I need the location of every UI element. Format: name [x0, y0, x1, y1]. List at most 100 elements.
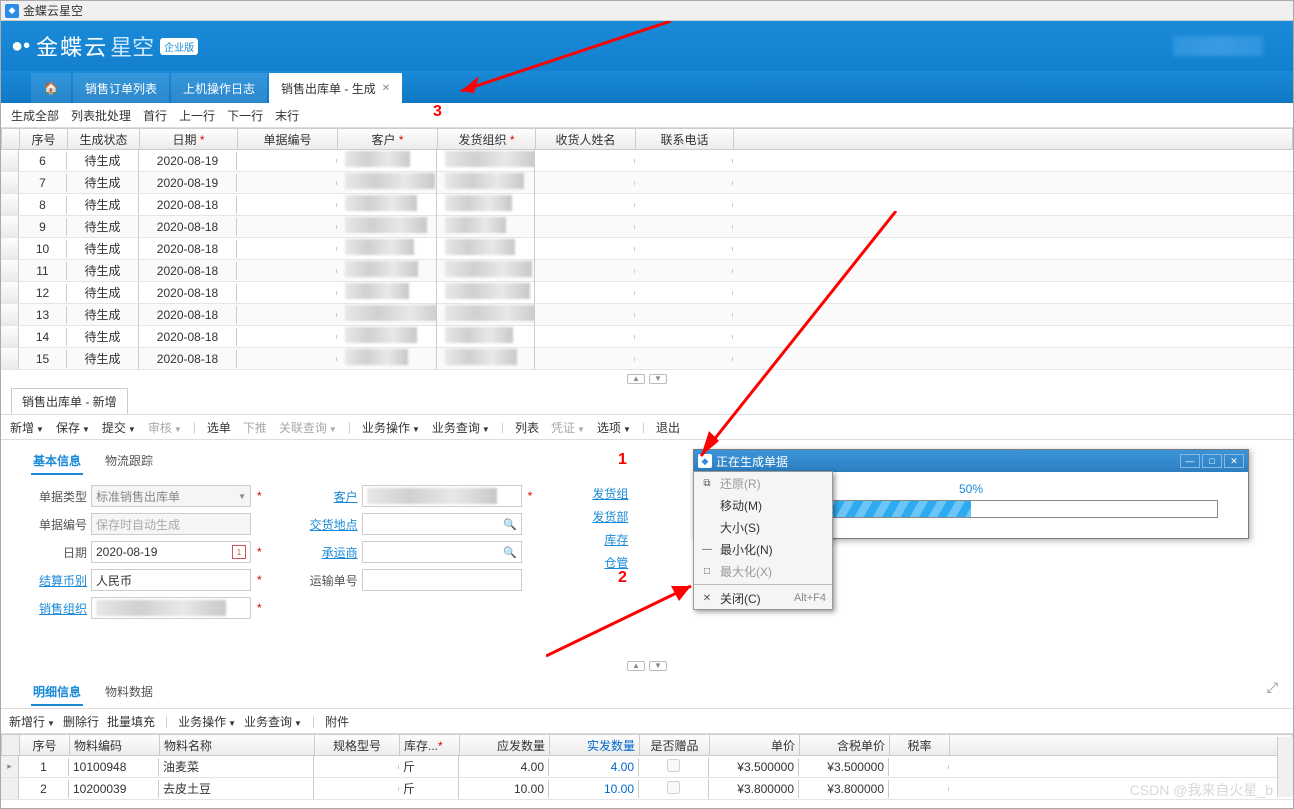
- table-row[interactable]: 13 待生成 2020-08-18: [1, 304, 1293, 326]
- exit-button[interactable]: 退出: [653, 419, 683, 436]
- batchfill-button[interactable]: 批量填充: [107, 713, 155, 730]
- label-saleorg[interactable]: 销售组织: [31, 600, 87, 617]
- col-docno[interactable]: 单据编号: [238, 129, 338, 149]
- input-location[interactable]: 🔍: [362, 513, 522, 535]
- col-status[interactable]: 生成状态: [68, 129, 140, 149]
- window-context-menu: ⧉还原(R) 移动(M) 大小(S) —最小化(N) □最大化(X) ✕关闭(C…: [693, 471, 833, 610]
- bizop-button[interactable]: 业务操作▼: [359, 419, 423, 436]
- tab-sales-outbound-gen[interactable]: 销售出库单 - 生成 ✕: [269, 73, 402, 103]
- label-carrier[interactable]: 承运商: [302, 544, 358, 561]
- col-date[interactable]: 日期 *: [140, 129, 238, 149]
- table-row[interactable]: 14 待生成 2020-08-18: [1, 326, 1293, 348]
- audit-button[interactable]: 审核▼: [145, 419, 185, 436]
- input-docno[interactable]: 保存时自动生成: [91, 513, 251, 535]
- close-icon[interactable]: ✕: [382, 83, 390, 94]
- home-tab[interactable]: 🏠: [31, 73, 71, 103]
- next-row-button[interactable]: 下一行: [227, 107, 263, 124]
- progress-titlebar[interactable]: ◆ 正在生成单据 — □ ✕: [694, 450, 1248, 472]
- collapse-handle-top[interactable]: ▲▼: [1, 370, 1293, 384]
- save-button[interactable]: 保存▼: [53, 419, 93, 436]
- batch-button[interactable]: 列表批处理: [71, 107, 131, 124]
- col-org[interactable]: 发货组织 *: [438, 129, 536, 149]
- table-row[interactable]: 9 待生成 2020-08-18: [1, 216, 1293, 238]
- list-button[interactable]: 列表: [512, 419, 542, 436]
- col-cust[interactable]: 客户 *: [338, 129, 438, 149]
- bizq-button[interactable]: 业务查询▼: [429, 419, 493, 436]
- app-title: 金蝶云星空: [23, 2, 83, 19]
- input-carrier[interactable]: 🔍: [362, 541, 522, 563]
- table-row[interactable]: 15 待生成 2020-08-18: [1, 348, 1293, 370]
- gift-checkbox[interactable]: [667, 781, 680, 794]
- opt-button[interactable]: 选项▼: [594, 419, 634, 436]
- detail-scrollbar[interactable]: [1277, 737, 1293, 797]
- search-icon[interactable]: 🔍: [503, 546, 517, 559]
- table-row[interactable]: 8 待生成 2020-08-18: [1, 194, 1293, 216]
- first-row-button[interactable]: 首行: [143, 107, 167, 124]
- collapse-handle-mid[interactable]: ▲▼: [1, 657, 1293, 671]
- ctx-close[interactable]: ✕关闭(C)Alt+F4: [694, 587, 832, 609]
- label-stockstatus[interactable]: 库存: [572, 531, 628, 548]
- tab-sales-order-list[interactable]: 销售订单列表: [73, 73, 169, 103]
- subtab-track[interactable]: 物流跟踪: [103, 448, 155, 475]
- annotation-3: 3: [433, 103, 442, 121]
- input-date[interactable]: 2020-08-191: [91, 541, 251, 563]
- detail-bizq-button[interactable]: 业务查询▼: [244, 713, 302, 730]
- detail-bizop-button[interactable]: 业务操作▼: [178, 713, 236, 730]
- close-icon: ✕: [700, 593, 714, 604]
- detail-toolbar: 新增行▼ 删除行 批量填充 | 业务操作▼ 业务查询▼ | 附件: [1, 708, 1293, 734]
- new-button[interactable]: 新增▼: [7, 419, 47, 436]
- table-row[interactable]: 11 待生成 2020-08-18: [1, 260, 1293, 282]
- label-shiporg[interactable]: 发货组: [572, 485, 628, 502]
- watermark: CSDN @我来自火星_b: [1130, 780, 1273, 800]
- ctx-maximize[interactable]: □最大化(X): [694, 560, 832, 582]
- table-row[interactable]: 12 待生成 2020-08-18: [1, 282, 1293, 304]
- last-row-button[interactable]: 末行: [275, 107, 299, 124]
- ctx-restore[interactable]: ⧉还原(R): [694, 472, 832, 494]
- label-docno: 单据编号: [31, 516, 87, 533]
- attach-button[interactable]: 附件: [325, 713, 349, 730]
- relq-button[interactable]: 关联查询▼: [276, 419, 340, 436]
- search-icon[interactable]: 🔍: [503, 518, 517, 531]
- subtab-material[interactable]: 物料数据: [103, 679, 155, 706]
- detail-row[interactable]: 2 10200039 去皮土豆 斤 10.00 10.00 ¥3.800000 …: [1, 778, 1293, 800]
- tab-operation-log[interactable]: 上机操作日志: [171, 73, 267, 103]
- maximize-button[interactable]: □: [1202, 454, 1222, 468]
- submit-button[interactable]: 提交▼: [99, 419, 139, 436]
- select-button[interactable]: 选单: [204, 419, 234, 436]
- col-seq[interactable]: 序号: [20, 129, 68, 149]
- label-location[interactable]: 交货地点: [302, 516, 358, 533]
- addrow-button[interactable]: 新增行▼: [9, 713, 55, 730]
- input-saleorg[interactable]: [91, 597, 251, 619]
- ctx-minimize[interactable]: —最小化(N): [694, 538, 832, 560]
- table-row[interactable]: 6 待生成 2020-08-19: [1, 150, 1293, 172]
- gift-checkbox[interactable]: [667, 759, 680, 772]
- label-customer[interactable]: 客户: [302, 488, 358, 505]
- table-row[interactable]: 7 待生成 2020-08-19: [1, 172, 1293, 194]
- dialog-icon: ◆: [698, 454, 712, 468]
- expand-icon[interactable]: ⤢: [1267, 679, 1278, 696]
- logo-icon: ●•: [11, 35, 30, 58]
- input-type[interactable]: 标准销售出库单▼: [91, 485, 251, 507]
- subtab-detail[interactable]: 明细信息: [31, 679, 83, 706]
- input-trackno[interactable]: [362, 569, 522, 591]
- col-phone[interactable]: 联系电话: [636, 129, 734, 149]
- prev-row-button[interactable]: 上一行: [179, 107, 215, 124]
- close-button[interactable]: ✕: [1224, 454, 1244, 468]
- ctx-size[interactable]: 大小(S): [694, 516, 832, 538]
- push-button[interactable]: 下推: [240, 419, 270, 436]
- input-currency[interactable]: 人民币: [91, 569, 251, 591]
- voucher-button[interactable]: 凭证▼: [548, 419, 588, 436]
- label-currency[interactable]: 结算币别: [31, 572, 87, 589]
- minimize-button[interactable]: —: [1180, 454, 1200, 468]
- col-recv[interactable]: 收货人姓名: [536, 129, 636, 149]
- label-shipdept[interactable]: 发货部: [572, 508, 628, 525]
- delrow-button[interactable]: 删除行: [63, 713, 99, 730]
- ctx-move[interactable]: 移动(M): [694, 494, 832, 516]
- table-row[interactable]: 10 待生成 2020-08-18: [1, 238, 1293, 260]
- calendar-icon[interactable]: 1: [232, 545, 246, 559]
- subtab-basic[interactable]: 基本信息: [31, 448, 83, 475]
- detail-grid-body: ▸ 1 10100948 油麦菜 斤 4.00 4.00 ¥3.500000 ¥…: [1, 756, 1293, 800]
- input-customer[interactable]: [362, 485, 522, 507]
- detail-row[interactable]: ▸ 1 10100948 油麦菜 斤 4.00 4.00 ¥3.500000 ¥…: [1, 756, 1293, 778]
- gen-all-button[interactable]: 生成全部: [11, 107, 59, 124]
